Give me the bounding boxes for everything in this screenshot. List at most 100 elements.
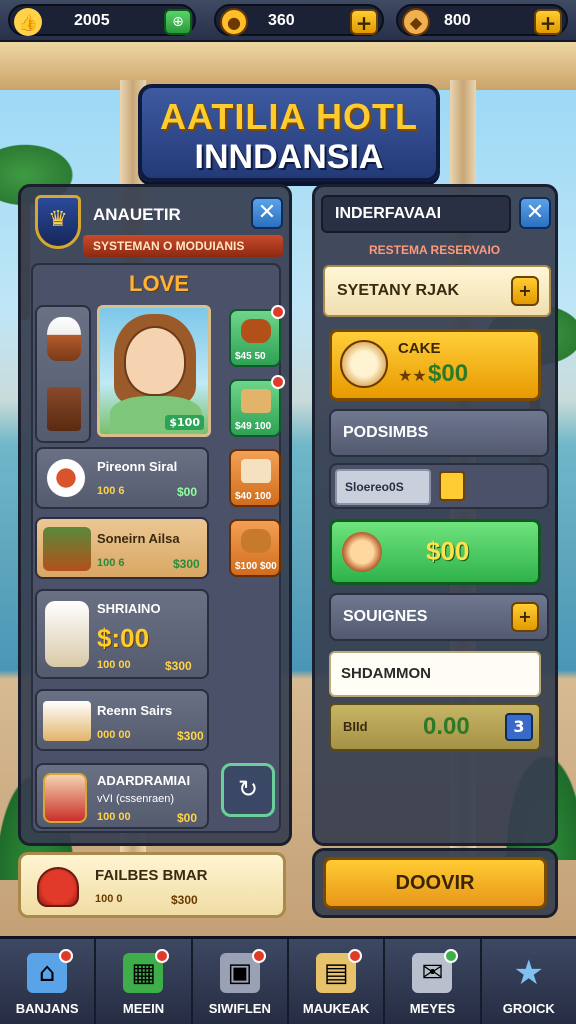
item-shelf[interactable] bbox=[35, 305, 91, 443]
menu-row[interactable]: Soneirn Ailsa 100 6 $300 bbox=[35, 517, 209, 579]
tile-label: $45 50 bbox=[235, 351, 266, 362]
row-price: $00 bbox=[177, 811, 198, 825]
bid-count[interactable]: 3 bbox=[505, 713, 533, 741]
row-meta: 100 6 bbox=[97, 485, 125, 497]
nav-item-meein[interactable]: ▦ MEEIN bbox=[96, 939, 193, 1024]
feedback-price: $300 bbox=[171, 893, 198, 907]
bid-label: BIId bbox=[343, 719, 368, 734]
notification-dot bbox=[271, 305, 285, 319]
chef-avatar bbox=[43, 773, 87, 823]
rotate-button[interactable]: ↻ bbox=[221, 763, 275, 817]
cake-icon bbox=[340, 340, 388, 388]
skewer-tile[interactable]: $45 50 bbox=[229, 305, 285, 367]
panel-title: ANAUETIR bbox=[93, 205, 181, 224]
row-meta: 100 00 bbox=[97, 659, 131, 671]
reservation-item[interactable]: SYETANY RJAK + bbox=[323, 265, 551, 317]
close-button[interactable]: ✕ bbox=[519, 197, 551, 229]
salad-icon bbox=[43, 457, 89, 499]
feedback-card[interactable]: FAILBES BMAR 100 0 $300 bbox=[18, 852, 286, 918]
feedback-title: FAILBES BMAR bbox=[95, 867, 208, 884]
nav-item-maukeak[interactable]: ▤ MAUKEAK bbox=[289, 939, 386, 1024]
cake-tile[interactable]: $40 100 bbox=[229, 449, 281, 507]
title-line-1: AATILIA HOTL bbox=[160, 96, 418, 137]
add-coins-button[interactable]: + bbox=[350, 9, 378, 35]
panel-title: INDERFAVAAI bbox=[321, 195, 511, 233]
gems-value: 800 bbox=[444, 12, 471, 29]
menu-row[interactable]: Reenn Sairs 000 00 $300 bbox=[35, 689, 209, 751]
cake-slice-icon bbox=[43, 527, 91, 571]
close-button[interactable]: ✕ bbox=[251, 197, 283, 229]
notification-dot bbox=[348, 949, 363, 963]
book-button[interactable]: DOOVIR bbox=[323, 857, 547, 909]
row-meta: 100 00 bbox=[97, 811, 131, 823]
panel-subtitle: SYSTEMAN O MODUIANIS bbox=[83, 235, 283, 257]
nav-item-groick[interactable]: ★ GROICK bbox=[482, 939, 576, 1024]
row-name: Soneirn Ailsa bbox=[97, 531, 180, 546]
tile-label: $40 100 bbox=[235, 491, 272, 502]
portrait-price: $100 bbox=[165, 415, 204, 430]
search-row: Sloereo0S bbox=[329, 463, 549, 509]
section-header: SOUIGNES + bbox=[329, 593, 549, 641]
row-meta: 100 6 bbox=[97, 557, 125, 569]
menu-row[interactable]: SHRIAINO $:00 100 00 $300 bbox=[35, 589, 209, 679]
nav-item-siwiflen[interactable]: ▣ SIWIFLEN bbox=[193, 939, 289, 1024]
section-title: LOVE bbox=[129, 271, 189, 296]
add-button[interactable]: + bbox=[511, 276, 539, 306]
feedback-meta: 100 0 bbox=[95, 893, 123, 905]
search-input[interactable]: Sloereo0S bbox=[335, 469, 431, 505]
notification-dot bbox=[251, 949, 266, 963]
row-name: SHRIAINO bbox=[97, 601, 161, 616]
reservation-panel: INDERFAVAAI ✕ RESTEMA RESERVAIO SYETANY … bbox=[312, 184, 558, 846]
jar-icon bbox=[342, 532, 382, 572]
cake-price: $00 bbox=[428, 360, 469, 387]
sandwich-icon bbox=[43, 701, 91, 741]
badge-icon[interactable] bbox=[439, 471, 465, 501]
coin-icon: ● bbox=[220, 8, 248, 36]
add-gems-button[interactable]: + bbox=[534, 9, 562, 35]
bottom-nav: ⌂ BANJANS ▦ MEEIN ▣ SIWIFLEN ▤ MAUKEAK ✉… bbox=[0, 936, 576, 1024]
gift-icon[interactable]: ⊕ bbox=[164, 9, 192, 35]
nav-item-meyes[interactable]: ✉ MEYES bbox=[385, 939, 482, 1024]
likes-value: 2005 bbox=[74, 12, 110, 29]
menu-row[interactable]: Pireonn Siral 100 6 $00 bbox=[35, 447, 209, 509]
row-sub: vVI (cssenraen) bbox=[97, 793, 175, 805]
nav-label: MEEIN bbox=[122, 1001, 165, 1016]
heart-icon bbox=[37, 867, 79, 907]
row-name: Pireonn Siral bbox=[97, 459, 178, 474]
add-button[interactable]: + bbox=[511, 602, 539, 632]
nav-label: MAUKEAK bbox=[302, 1001, 370, 1016]
game-title: AATILIA HOTL INNDANSIA bbox=[138, 84, 440, 182]
title-line-2: INNDANSIA bbox=[194, 138, 384, 176]
coffee-icon bbox=[47, 317, 81, 361]
tile-label: $100 $00 bbox=[235, 561, 277, 572]
green-offer-card[interactable]: $00 bbox=[329, 519, 541, 585]
book-icon bbox=[47, 387, 81, 431]
offer-price: $00 bbox=[426, 536, 470, 566]
resource-bar: 👍 2005 ⊕ ● 360 + ◆ 800 + bbox=[0, 0, 576, 42]
name-input[interactable]: SHDAMMON bbox=[329, 651, 541, 697]
cake-card[interactable]: CAKE $00 ★★ bbox=[329, 329, 541, 401]
shield-icon: ♛ bbox=[35, 195, 81, 249]
likes-resource: 👍 2005 ⊕ bbox=[8, 4, 196, 36]
coins-resource: ● 360 + bbox=[214, 4, 384, 36]
gem-icon: ◆ bbox=[402, 8, 430, 36]
panel-subtitle: RESTEMA RESERVAIO bbox=[369, 243, 501, 257]
book-button-frame: DOOVIR bbox=[312, 848, 558, 918]
notification-dot bbox=[59, 949, 74, 963]
menu-row[interactable]: ADARDRAMIAI vVI (cssenraen) 100 00 $00 bbox=[35, 763, 209, 829]
skewer-icon bbox=[241, 319, 271, 343]
bread-tile[interactable]: $100 $00 bbox=[229, 519, 281, 577]
star-icon: ★ bbox=[513, 953, 545, 993]
input-value: SHDAMMON bbox=[341, 665, 431, 682]
row-big-price: $:00 bbox=[97, 623, 150, 653]
bid-row: BIId 0.00 3 bbox=[329, 703, 541, 751]
nav-label: GROICK bbox=[502, 1001, 555, 1016]
staff-portrait[interactable]: $100 bbox=[97, 305, 211, 437]
bid-value: 0.00 bbox=[423, 713, 470, 740]
item-label: SYETANY RJAK bbox=[337, 282, 460, 299]
staff-list: LOVE $100 $45 50 $49 100 $40 100 $100 $0… bbox=[31, 263, 285, 833]
thumbs-up-icon: 👍 bbox=[14, 8, 42, 36]
nav-item-banjans[interactable]: ⌂ BANJANS bbox=[0, 939, 97, 1024]
row-name: ADARDRAMIAI bbox=[97, 773, 191, 788]
sandwich-tile[interactable]: $49 100 bbox=[229, 375, 285, 437]
